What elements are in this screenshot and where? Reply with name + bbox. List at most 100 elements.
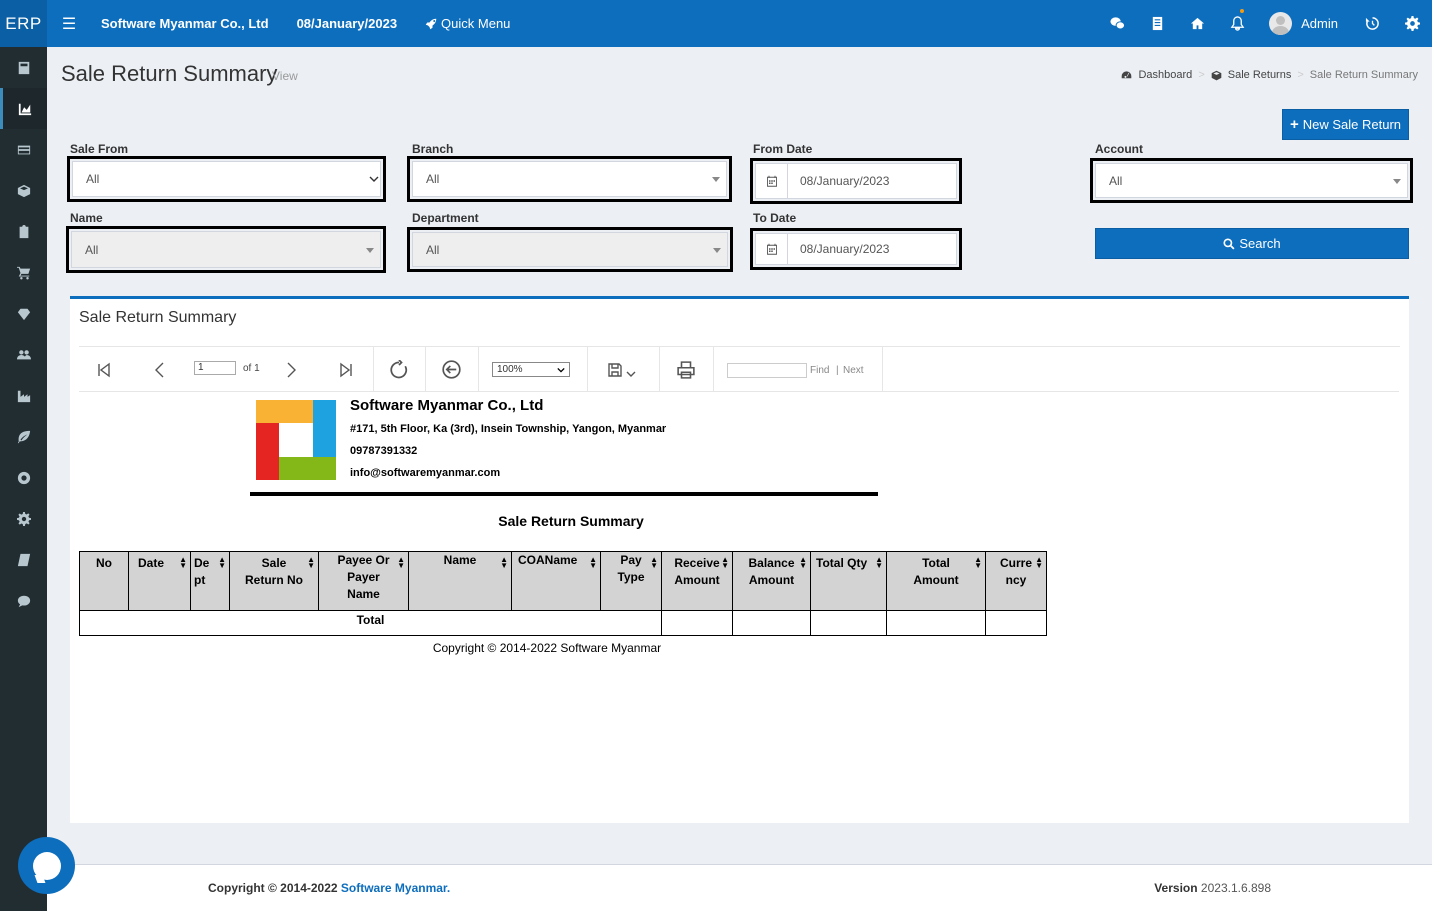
sidebar-item-inventory[interactable]: [0, 170, 47, 211]
bell-icon[interactable]: [1217, 0, 1257, 47]
quick-menu-link[interactable]: Quick Menu: [425, 16, 510, 31]
sidebar-item-factory[interactable]: [0, 375, 47, 416]
wechat-icon[interactable]: [1097, 0, 1137, 47]
branch-select[interactable]: All: [407, 156, 732, 202]
first-page-button[interactable]: [89, 347, 119, 392]
sidebar-item-settings[interactable]: [0, 498, 47, 539]
search-button[interactable]: Search: [1095, 228, 1409, 259]
next-link[interactable]: Next: [843, 365, 864, 376]
menu-toggle-icon[interactable]: ☰: [49, 14, 89, 34]
calendar-icon[interactable]: [755, 233, 788, 265]
gear-icon[interactable]: [1392, 0, 1432, 47]
footer-brand-link[interactable]: Software Myanmar.: [341, 881, 450, 895]
report-viewer-toolbar: 1 of 1 100% Find | Next: [79, 347, 1399, 392]
history-icon[interactable]: [1352, 0, 1392, 47]
book-icon: [17, 553, 30, 566]
report-title: Sale Return Summary: [498, 513, 644, 529]
breadcrumb-sale-returns[interactable]: Sale Returns: [1228, 69, 1292, 81]
chat-widget-button[interactable]: [18, 837, 75, 894]
column-header[interactable]: Total Amount ▲ ▼: [886, 551, 986, 611]
caret-down-icon: [712, 177, 720, 182]
report-company-phone: 09787391332: [350, 445, 418, 457]
from-date-field[interactable]: 08/January/2023: [750, 158, 962, 204]
page-number-input[interactable]: 1: [194, 361, 236, 375]
account-select[interactable]: All: [1090, 158, 1413, 203]
last-page-icon: [340, 362, 352, 377]
sidebar-item-support[interactable]: [0, 457, 47, 498]
user-name: Admin: [1301, 16, 1338, 31]
chevron-right-icon: [287, 362, 296, 377]
previous-page-button[interactable]: [145, 347, 175, 392]
sidebar-item-book[interactable]: [0, 539, 47, 580]
sidebar-item-calculator[interactable]: [0, 47, 47, 88]
total-label: Total: [79, 610, 662, 636]
back-button[interactable]: [436, 347, 466, 392]
user-menu[interactable]: Admin: [1257, 12, 1352, 35]
app-logo[interactable]: ERP: [0, 0, 47, 47]
department-select[interactable]: All: [407, 227, 733, 272]
page-count: of 1: [243, 363, 260, 374]
to-date-input[interactable]: 08/January/2023: [787, 233, 957, 265]
from-date-input[interactable]: 08/January/2023: [787, 163, 957, 199]
column-header[interactable]: COAName ▲ ▼: [511, 551, 601, 611]
document-icon[interactable]: [1137, 0, 1177, 47]
comment-icon: [17, 595, 30, 607]
export-button[interactable]: [601, 347, 641, 392]
chevron-down-icon: [626, 371, 635, 377]
sidebar-item-leaf[interactable]: [0, 416, 47, 457]
footer: Copyright © 2014-2022 Software Myanmar. …: [47, 864, 1432, 911]
notification-dot: [1240, 9, 1245, 13]
print-button[interactable]: [669, 347, 703, 392]
sale-from-select[interactable]: All: [67, 156, 386, 202]
zoom-value: 100%: [497, 364, 523, 375]
column-header[interactable]: Total Qty ▲ ▼: [810, 551, 887, 611]
new-sale-return-button[interactable]: + New Sale Return: [1282, 109, 1409, 140]
credit-card-icon: [17, 145, 30, 154]
find-link[interactable]: Find: [810, 365, 829, 376]
breadcrumb-dashboard[interactable]: Dashboard: [1138, 69, 1192, 81]
main-content: Sale Return Summary View Dashboard > Sal…: [47, 47, 1432, 864]
column-header[interactable]: Date ▲ ▼: [128, 551, 191, 611]
department-value: All: [412, 232, 728, 267]
column-header[interactable]: Pay Type ▲ ▼: [600, 551, 662, 611]
column-header[interactable]: Curre ncy ▲ ▼: [985, 551, 1047, 611]
to-date-field[interactable]: 08/January/2023: [750, 228, 962, 270]
breadcrumb: Dashboard > Sale Returns > Sale Return S…: [1121, 69, 1418, 81]
sidebar-item-card[interactable]: [0, 129, 47, 170]
column-header[interactable]: No: [79, 551, 129, 611]
breadcrumb-separator: >: [1297, 69, 1304, 81]
sidebar-item-users[interactable]: [0, 334, 47, 375]
users-icon: [16, 349, 31, 359]
find-input[interactable]: [727, 363, 807, 378]
next-page-button[interactable]: [276, 347, 306, 392]
version-label: Version: [1154, 881, 1198, 895]
clipboard-icon: [19, 224, 28, 238]
sidebar-item-reports[interactable]: [0, 88, 47, 129]
report-company-address: #171, 5th Floor, Ka (3rd), Insein Townsh…: [350, 423, 667, 435]
column-header[interactable]: Sale Return No ▲ ▼: [229, 551, 319, 611]
name-label: Name: [70, 211, 103, 225]
refresh-button[interactable]: [384, 347, 414, 392]
column-header[interactable]: Name ▲ ▼: [408, 551, 512, 611]
name-select[interactable]: All: [66, 226, 386, 273]
column-header[interactable]: De pt ▲ ▼: [190, 551, 230, 611]
column-header[interactable]: Balance Amount ▲ ▼: [732, 551, 811, 611]
total-cell: [732, 610, 811, 636]
column-header[interactable]: Receive Amount ▲ ▼: [661, 551, 733, 611]
sidebar-item-clipboard[interactable]: [0, 211, 47, 252]
calendar-icon[interactable]: [755, 163, 788, 199]
sidebar-item-chat[interactable]: [0, 580, 47, 621]
breadcrumb-separator: >: [1198, 69, 1205, 81]
last-page-button[interactable]: [331, 347, 361, 392]
column-header[interactable]: Payee Or Payer Name ▲ ▼: [318, 551, 409, 611]
report-box: Sale Return Summary 1 of 1 100% Find | N…: [70, 296, 1409, 823]
sidebar-item-diamond[interactable]: [0, 293, 47, 334]
home-icon[interactable]: [1177, 0, 1217, 47]
sidebar-item-sales[interactable]: [0, 252, 47, 293]
version-number: 2023.1.6.898: [1200, 881, 1271, 895]
toolbar-separator: [587, 347, 588, 392]
dashboard-icon: [1122, 70, 1132, 78]
report-company-name: Software Myanmar Co., Ltd: [350, 397, 544, 414]
department-label: Department: [412, 211, 479, 225]
zoom-select[interactable]: 100%: [492, 362, 570, 377]
